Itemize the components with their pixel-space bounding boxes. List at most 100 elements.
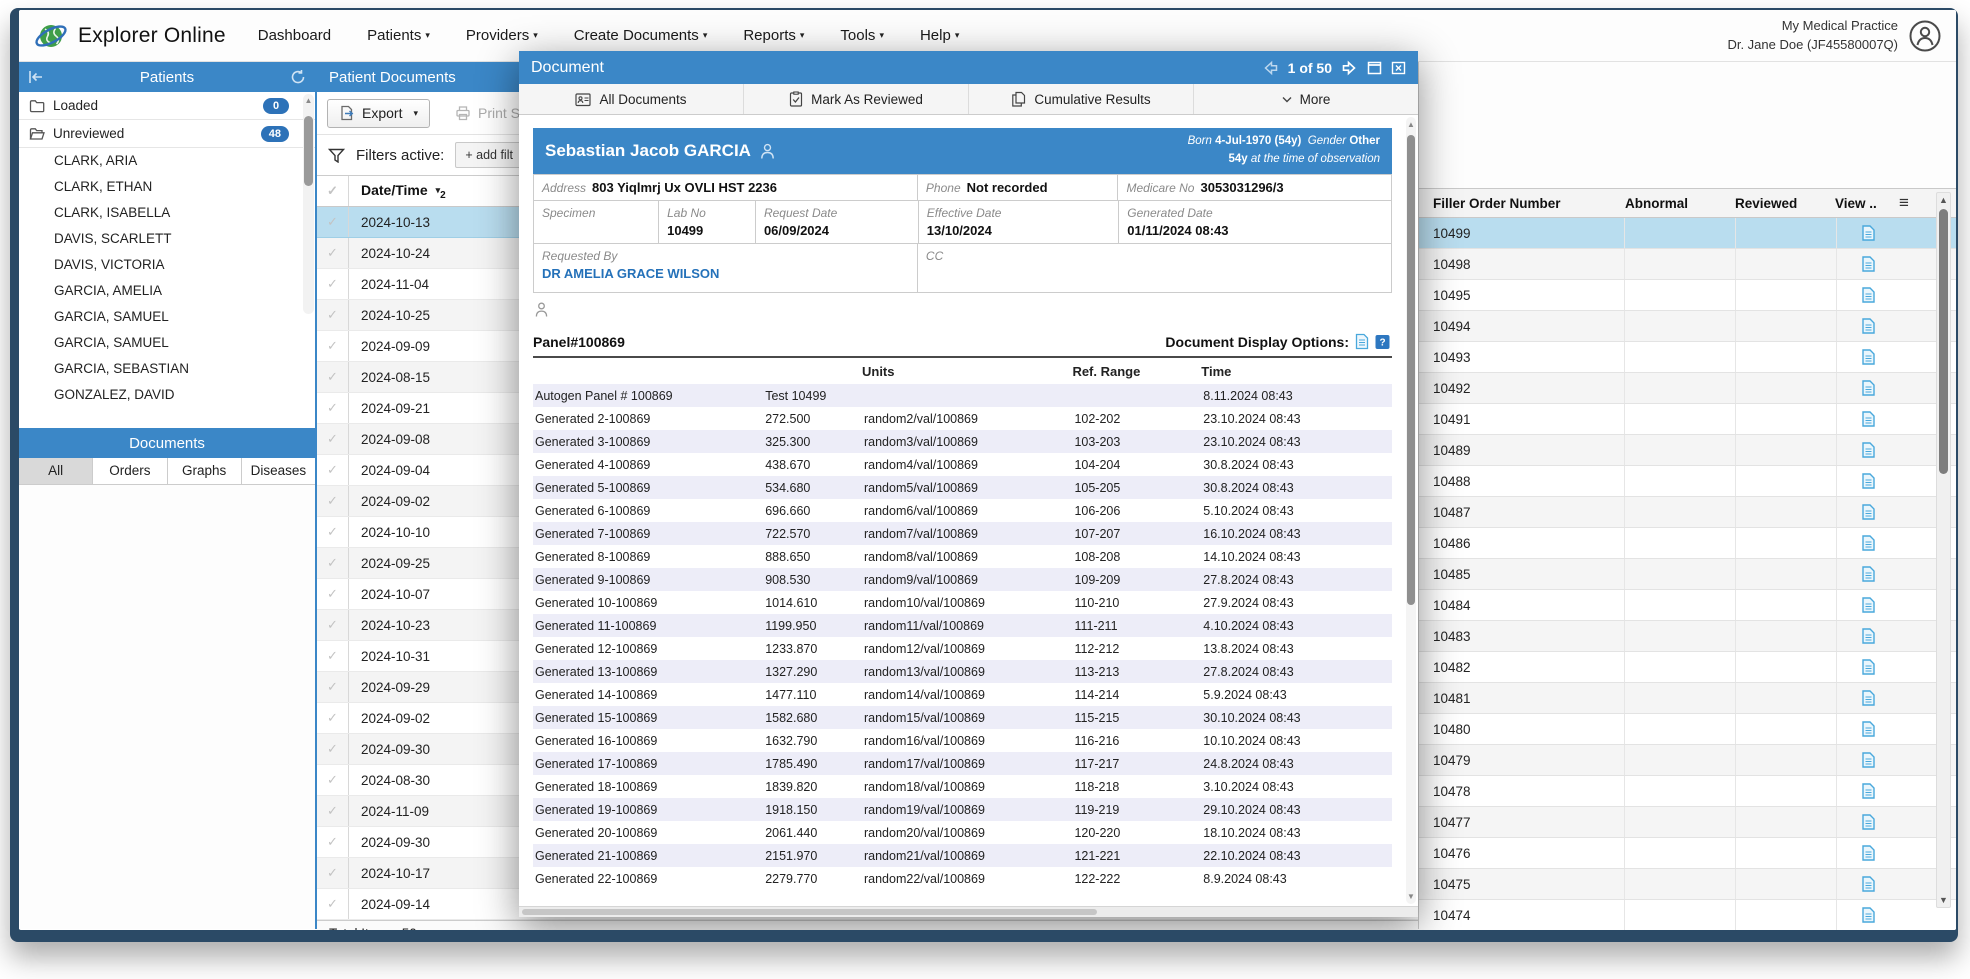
result-row[interactable]: Generated 13-1008691327.290random13/val/… [533, 660, 1392, 683]
order-row[interactable]: 10499 [1419, 218, 1956, 249]
view-document-icon[interactable] [1862, 225, 1875, 241]
view-document-icon[interactable] [1862, 535, 1875, 551]
view-document-icon[interactable] [1862, 783, 1875, 799]
view-document-icon[interactable] [1862, 380, 1875, 396]
requested-by-link[interactable]: DR AMELIA GRACE WILSON [542, 266, 719, 281]
view-document-icon[interactable] [1862, 876, 1875, 892]
abnormal-header[interactable]: Abnormal [1625, 196, 1735, 211]
result-row[interactable]: Generated 4-100869438.670random4/val/100… [533, 453, 1392, 476]
scrollbar-thumb[interactable] [304, 116, 313, 186]
scrollbar-thumb[interactable] [1939, 209, 1948, 474]
refresh-icon[interactable] [290, 69, 306, 85]
row-checkmark[interactable]: ✓ [317, 424, 349, 454]
column-menu-icon[interactable]: ≡ [1899, 193, 1909, 213]
dialog-horizontal-scrollbar[interactable] [519, 906, 1418, 917]
collapse-panel-icon[interactable] [28, 70, 44, 84]
view-document-icon[interactable] [1862, 349, 1875, 365]
row-checkmark[interactable]: ✓ [317, 703, 349, 733]
view-document-icon[interactable] [1862, 752, 1875, 768]
result-row[interactable]: Generated 19-1008691918.150random19/val/… [533, 798, 1392, 821]
order-row[interactable]: 10489 [1419, 435, 1956, 466]
order-row[interactable]: 10498 [1419, 249, 1956, 280]
order-row[interactable]: 10485 [1419, 559, 1956, 590]
row-checkmark[interactable]: ✓ [317, 734, 349, 764]
view-document-icon[interactable] [1862, 659, 1875, 675]
export-button[interactable]: Export ▾ [327, 99, 430, 128]
order-row[interactable]: 10491 [1419, 404, 1956, 435]
result-row[interactable]: Generated 7-100869722.570random7/val/100… [533, 522, 1392, 545]
folder-unreviewed[interactable]: Unreviewed 48 [19, 120, 315, 148]
view-document-icon[interactable] [1862, 411, 1875, 427]
row-checkmark[interactable]: ✓ [317, 796, 349, 826]
view-document-icon[interactable] [1862, 504, 1875, 520]
result-row[interactable]: Generated 15-1008691582.680random15/val/… [533, 706, 1392, 729]
patient-list-item[interactable]: GARCIA, SAMUEL [19, 304, 315, 330]
tab-diseases[interactable]: Diseases [242, 458, 315, 484]
row-checkmark[interactable]: ✓ [317, 579, 349, 609]
view-document-icon[interactable] [1862, 845, 1875, 861]
patient-list-item[interactable]: GARCIA, AMELIA [19, 278, 315, 304]
scroll-down-icon[interactable]: ▼ [1406, 892, 1416, 901]
next-document-icon[interactable] [1341, 60, 1358, 76]
row-checkmark[interactable]: ✓ [317, 827, 349, 857]
result-row[interactable]: Generated 3-100869325.300random3/val/100… [533, 430, 1392, 453]
menu-reports[interactable]: Reports▾ [743, 27, 804, 44]
result-row[interactable]: Generated 18-1008691839.820random18/val/… [533, 775, 1392, 798]
tab-graphs[interactable]: Graphs [168, 458, 242, 484]
cumulative-results-button[interactable]: Cumulative Results [969, 84, 1194, 114]
result-row[interactable]: Generated 5-100869534.680random5/val/100… [533, 476, 1392, 499]
result-row[interactable]: Generated 21-1008692151.970random21/val/… [533, 844, 1392, 867]
row-checkmark[interactable]: ✓ [317, 610, 349, 640]
order-row[interactable]: 10475 [1419, 869, 1956, 900]
menu-tools[interactable]: Tools▾ [840, 27, 884, 44]
view-document-icon[interactable] [1862, 628, 1875, 644]
order-row[interactable]: 10487 [1419, 497, 1956, 528]
add-filter-button[interactable]: + add filt [455, 142, 523, 168]
menu-create-documents[interactable]: Create Documents▾ [574, 27, 708, 44]
patient-list-item[interactable]: GARCIA, SAMUEL [19, 330, 315, 356]
row-checkmark[interactable]: ✓ [317, 858, 349, 888]
scroll-up-icon[interactable]: ▲ [1406, 120, 1416, 129]
row-checkmark[interactable]: ✓ [317, 641, 349, 671]
order-row[interactable]: 10488 [1419, 466, 1956, 497]
document-view-icon[interactable] [1355, 333, 1369, 350]
reviewed-header[interactable]: Reviewed [1735, 196, 1835, 211]
row-checkmark[interactable]: ✓ [317, 207, 349, 237]
row-checkmark[interactable]: ✓ [317, 889, 349, 919]
result-row[interactable]: Generated 14-1008691477.110random14/val/… [533, 683, 1392, 706]
orders-scrollbar[interactable]: ▲ ▼ [1936, 192, 1951, 908]
row-checkmark[interactable]: ✓ [317, 548, 349, 578]
result-row[interactable]: Generated 6-100869696.660random6/val/100… [533, 499, 1392, 522]
order-row[interactable]: 10477 [1419, 807, 1956, 838]
person-icon[interactable] [535, 302, 1392, 322]
order-row[interactable]: 10493 [1419, 342, 1956, 373]
menu-patients[interactable]: Patients▾ [367, 27, 430, 44]
row-checkmark[interactable]: ✓ [317, 517, 349, 547]
result-row[interactable]: Generated 8-100869888.650random8/val/100… [533, 545, 1392, 568]
view-document-icon[interactable] [1862, 907, 1875, 923]
view-document-icon[interactable] [1862, 256, 1875, 272]
folder-loaded[interactable]: Loaded 0 [19, 92, 315, 120]
order-row[interactable]: 10483 [1419, 621, 1956, 652]
order-row[interactable]: 10481 [1419, 683, 1956, 714]
date-time-column-header[interactable]: Date/Time ▾2 [349, 182, 446, 201]
patient-list-item[interactable]: CLARK, ARIA [19, 148, 315, 174]
patient-list-item[interactable]: DAVIS, SCARLETT [19, 226, 315, 252]
menu-dashboard[interactable]: Dashboard [258, 27, 331, 44]
row-checkmark[interactable]: ✓ [317, 362, 349, 392]
patient-list-item[interactable]: DAVIS, VICTORIA [19, 252, 315, 278]
order-row[interactable]: 10492 [1419, 373, 1956, 404]
menu-providers[interactable]: Providers▾ [466, 27, 538, 44]
view-document-icon[interactable] [1862, 318, 1875, 334]
result-row[interactable]: Generated 16-1008691632.790random16/val/… [533, 729, 1392, 752]
view-document-icon[interactable] [1862, 814, 1875, 830]
patient-list-item[interactable]: CLARK, ISABELLA [19, 200, 315, 226]
result-row[interactable]: Generated 9-100869908.530random9/val/100… [533, 568, 1392, 591]
select-all-checkmark[interactable]: ✓ [317, 176, 349, 206]
order-row[interactable]: 10482 [1419, 652, 1956, 683]
row-checkmark[interactable]: ✓ [317, 393, 349, 423]
result-row[interactable]: Autogen Panel # 100869Test 104998.11.202… [533, 384, 1392, 407]
row-checkmark[interactable]: ✓ [317, 486, 349, 516]
scroll-up-icon[interactable]: ▲ [1937, 195, 1950, 205]
order-row[interactable]: 10476 [1419, 838, 1956, 869]
